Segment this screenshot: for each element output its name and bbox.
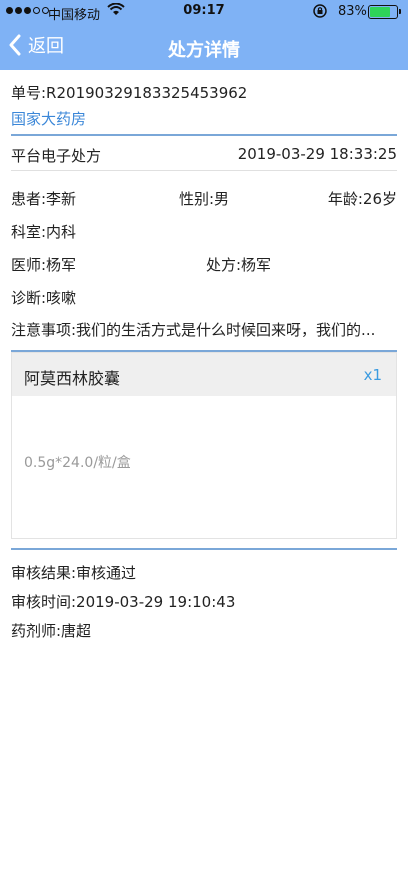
battery-icon bbox=[368, 5, 401, 19]
diagnosis: 诊断:咳嗽 bbox=[11, 289, 77, 307]
patient-gender: 性别:男 bbox=[179, 190, 230, 208]
medicine-quantity: x1 bbox=[363, 366, 382, 384]
medicine-spec: 0.5g*24.0/粒/盒 bbox=[24, 455, 131, 471]
prescription-source: 平台电子处方 bbox=[11, 147, 102, 165]
prescriber: 处方:杨军 bbox=[206, 256, 272, 274]
screen: 中国移动 09:17 83% 返回 处方详情 单号:R2019032918332… bbox=[0, 0, 408, 883]
section-divider bbox=[11, 134, 397, 136]
orientation-lock-icon bbox=[312, 3, 328, 23]
doctor-row: 医师:杨军 处方:杨军 bbox=[11, 254, 397, 275]
page-title: 处方详情 bbox=[168, 40, 240, 61]
patient-row: 患者:李新 性别:男 年龄:26岁 bbox=[11, 188, 397, 209]
department: 科室:内科 bbox=[11, 223, 77, 241]
review-time: 审核时间:2019-03-29 19:10:43 bbox=[11, 593, 236, 611]
prescription-source-row: 平台电子处方 2019-03-29 18:33:25 bbox=[11, 145, 397, 166]
prescription-datetime: 2019-03-29 18:33:25 bbox=[237, 145, 397, 163]
patient-age: 年龄:26岁 bbox=[327, 190, 397, 208]
medicine-name: 阿莫西林胶囊 bbox=[24, 369, 121, 388]
pharmacist: 药剂师:唐超 bbox=[11, 622, 92, 640]
doctor: 医师:杨军 bbox=[11, 256, 77, 274]
row-divider bbox=[11, 170, 397, 171]
review-result: 审核结果:审核通过 bbox=[11, 564, 137, 582]
battery-percent: 83% bbox=[338, 4, 367, 19]
top-bar: 中国移动 09:17 83% 返回 处方详情 bbox=[0, 0, 408, 70]
order-number: 单号:R20190329183325453962 bbox=[11, 84, 248, 102]
medicine-card: 阿莫西林胶囊 x1 0.5g*24.0/粒/盒 bbox=[11, 352, 397, 539]
status-bar: 中国移动 09:17 83% bbox=[0, 0, 408, 24]
patient-name: 患者:李新 bbox=[11, 190, 77, 208]
nav-bar: 返回 处方详情 bbox=[0, 24, 408, 70]
notes: 注意事项:我们的生活方式是什么时候回来呀，我们的... bbox=[11, 321, 376, 339]
medicine-header: 阿莫西林胶囊 x1 bbox=[12, 353, 396, 396]
section-divider bbox=[11, 548, 397, 550]
pharmacy-link[interactable]: 国家大药房 bbox=[11, 108, 397, 129]
